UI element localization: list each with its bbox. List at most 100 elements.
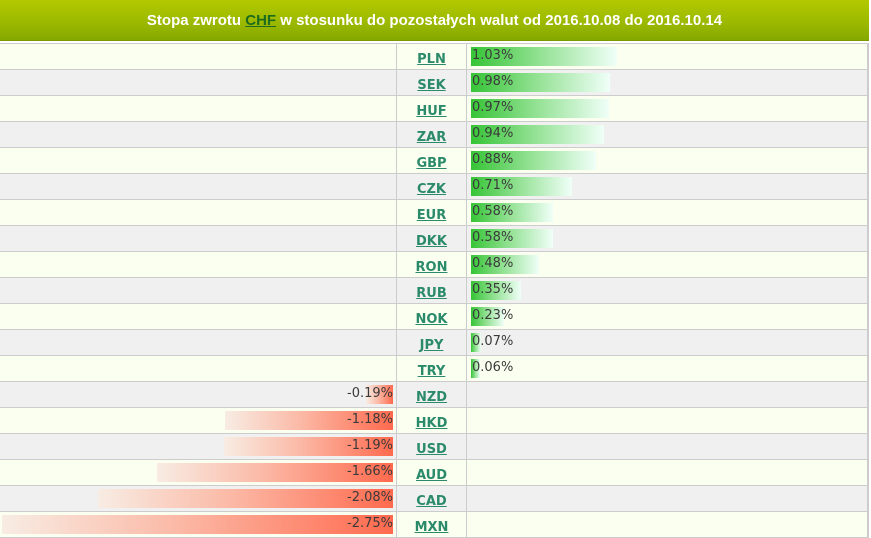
positive-cell: 0.35% <box>466 277 869 304</box>
positive-cell: 0.48% <box>466 251 869 278</box>
table-row: SEK 0.98% <box>0 69 869 96</box>
currency-link-mxn[interactable]: MXN <box>415 520 449 535</box>
positive-cell: 0.98% <box>466 69 869 96</box>
positive-cell: 0.07% <box>466 329 869 356</box>
currency-link-ron[interactable]: RON <box>416 260 448 275</box>
negative-cell: -1.66% <box>0 459 397 486</box>
currency-link-huf[interactable]: HUF <box>416 104 446 119</box>
currency-link-sek[interactable]: SEK <box>417 78 445 93</box>
negative-return-label: -1.18% <box>347 412 393 427</box>
negative-cell: -1.18% <box>0 407 397 434</box>
returns-table: PLN 1.03% SEK 0.98% HUF 0.97% ZAR 0.94% GBP 0.88%… <box>0 43 869 538</box>
negative-cell <box>0 173 397 200</box>
positive-cell <box>466 511 869 538</box>
positive-return-label: 0.07% <box>472 334 514 349</box>
currency-link-jpy[interactable]: JPY <box>420 338 444 353</box>
currency-cell: ZAR <box>396 121 467 148</box>
negative-cell <box>0 43 397 70</box>
currency-cell: DKK <box>396 225 467 252</box>
currency-cell: HKD <box>396 407 467 434</box>
currency-link-try[interactable]: TRY <box>418 364 446 379</box>
negative-cell: -0.19% <box>0 381 397 408</box>
negative-cell: -2.75% <box>0 511 397 538</box>
currency-link-cad[interactable]: CAD <box>416 494 446 509</box>
table-header: Stopa zwrotu CHF w stosunku do pozostały… <box>0 0 869 41</box>
currency-link-usd[interactable]: USD <box>416 442 447 457</box>
base-currency-link[interactable]: CHF <box>245 12 276 29</box>
currency-link-pln[interactable]: PLN <box>417 52 446 67</box>
positive-return-label: 1.03% <box>472 48 514 63</box>
returns-table-body: PLN 1.03% SEK 0.98% HUF 0.97% ZAR 0.94% GBP 0.88%… <box>0 43 869 538</box>
table-row: -1.19% USD <box>0 433 869 460</box>
negative-cell <box>0 329 397 356</box>
negative-cell <box>0 355 397 382</box>
table-row: -0.19% NZD <box>0 381 869 408</box>
positive-cell <box>466 381 869 408</box>
currency-link-hkd[interactable]: HKD <box>416 416 448 431</box>
positive-return-label: 0.88% <box>472 152 514 167</box>
positive-return-label: 0.97% <box>472 100 514 115</box>
negative-return-label: -2.75% <box>347 516 393 531</box>
table-row: ZAR 0.94% <box>0 121 869 148</box>
table-row: -2.08% CAD <box>0 485 869 512</box>
table-row: RUB 0.35% <box>0 277 869 304</box>
positive-cell: 0.94% <box>466 121 869 148</box>
negative-return-label: -1.66% <box>347 464 393 479</box>
negative-cell <box>0 199 397 226</box>
currency-link-gbp[interactable]: GBP <box>416 156 446 171</box>
positive-cell <box>466 407 869 434</box>
currency-link-nok[interactable]: NOK <box>415 312 447 327</box>
title-suffix: w stosunku do pozostałych walut od 2016.… <box>276 12 723 29</box>
negative-cell <box>0 225 397 252</box>
negative-cell <box>0 277 397 304</box>
negative-cell <box>0 69 397 96</box>
table-row: -1.66% AUD <box>0 459 869 486</box>
currency-cell: RON <box>396 251 467 278</box>
negative-cell <box>0 147 397 174</box>
currency-cell: RUB <box>396 277 467 304</box>
negative-cell: -1.19% <box>0 433 397 460</box>
currency-link-eur[interactable]: EUR <box>417 208 446 223</box>
table-row: JPY 0.07% <box>0 329 869 356</box>
currency-cell: JPY <box>396 329 467 356</box>
positive-return-label: 0.58% <box>472 204 514 219</box>
negative-cell <box>0 121 397 148</box>
positive-cell <box>466 459 869 486</box>
currency-cell: AUD <box>396 459 467 486</box>
positive-cell: 0.97% <box>466 95 869 122</box>
table-row: TRY 0.06% <box>0 355 869 382</box>
positive-cell <box>466 433 869 460</box>
positive-return-label: 0.94% <box>472 126 514 141</box>
currency-cell: HUF <box>396 95 467 122</box>
currency-link-nzd[interactable]: NZD <box>416 390 447 405</box>
positive-cell: 0.58% <box>466 225 869 252</box>
currency-cell: PLN <box>396 43 467 70</box>
currency-cell: MXN <box>396 511 467 538</box>
currency-link-zar[interactable]: ZAR <box>417 130 447 145</box>
table-row: EUR 0.58% <box>0 199 869 226</box>
currency-cell: CZK <box>396 173 467 200</box>
currency-cell: NZD <box>396 381 467 408</box>
title-prefix: Stopa zwrotu <box>146 12 246 29</box>
currency-link-czk[interactable]: CZK <box>417 182 446 197</box>
table-row: GBP 0.88% <box>0 147 869 174</box>
positive-return-label: 0.23% <box>472 308 514 323</box>
currency-link-rub[interactable]: RUB <box>416 286 446 301</box>
table-row: -2.75% MXN <box>0 511 869 538</box>
positive-cell: 0.88% <box>466 147 869 174</box>
table-row: -1.18% HKD <box>0 407 869 434</box>
currency-link-dkk[interactable]: DKK <box>416 234 447 249</box>
negative-return-bar <box>2 515 393 534</box>
positive-cell: 1.03% <box>466 43 869 70</box>
positive-return-label: 0.71% <box>472 178 514 193</box>
currency-cell: TRY <box>396 355 467 382</box>
positive-return-label: 0.06% <box>472 360 514 375</box>
negative-cell <box>0 303 397 330</box>
currency-cell: CAD <box>396 485 467 512</box>
currency-cell: GBP <box>396 147 467 174</box>
negative-cell: -2.08% <box>0 485 397 512</box>
currency-link-aud[interactable]: AUD <box>416 468 447 483</box>
table-row: RON 0.48% <box>0 251 869 278</box>
positive-return-label: 0.48% <box>472 256 514 271</box>
negative-cell <box>0 95 397 122</box>
